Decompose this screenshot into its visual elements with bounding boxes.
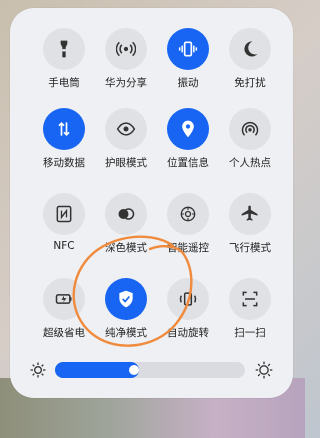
tile-label: 扫一扫 <box>234 327 266 339</box>
control-panel: 手电筒 华为分享 振动 免打扰 移动数据 护眼模式 位置信息 个人热点 NFC … <box>10 8 293 398</box>
tile-label: 个人热点 <box>229 157 271 169</box>
tile-scan[interactable]: 扫一扫 <box>218 278 282 348</box>
brightness-low-icon <box>30 362 46 378</box>
tile-pure-mode[interactable]: 纯净模式 <box>94 278 158 348</box>
scan-icon <box>229 278 271 320</box>
tile-location[interactable]: 位置信息 <box>156 108 220 178</box>
dark-mode-icon <box>105 193 147 235</box>
brightness-high-icon <box>255 361 273 379</box>
huawei-share-icon <box>105 28 147 70</box>
tile-label: 飞行模式 <box>229 242 271 254</box>
brightness-slider-knob[interactable] <box>129 365 139 375</box>
brightness-slider[interactable] <box>55 362 245 378</box>
tile-remote-control[interactable]: 智能遥控 <box>156 193 220 263</box>
airplane-icon <box>229 193 271 235</box>
do-not-disturb-icon <box>229 28 271 70</box>
flashlight-icon <box>43 28 85 70</box>
eye-comfort-icon <box>105 108 147 150</box>
vibrate-icon <box>167 28 209 70</box>
mobile-data-icon <box>43 108 85 150</box>
pure-mode-shield-icon <box>105 278 147 320</box>
tile-vibrate[interactable]: 振动 <box>156 28 220 98</box>
tile-airplane-mode[interactable]: 飞行模式 <box>218 193 282 263</box>
tile-mobile-data[interactable]: 移动数据 <box>32 108 96 178</box>
location-icon <box>167 108 209 150</box>
brightness-slider-fill <box>55 362 139 378</box>
nfc-icon <box>43 193 85 235</box>
tile-nfc[interactable]: NFC <box>32 193 96 263</box>
tile-hotspot[interactable]: 个人热点 <box>218 108 282 178</box>
tile-label: 免打扰 <box>234 77 266 89</box>
tile-battery-saver[interactable]: 超级省电 <box>32 278 96 348</box>
tile-auto-rotate[interactable]: 自动旋转 <box>156 278 220 348</box>
tile-flashlight[interactable]: 手电筒 <box>32 28 96 98</box>
tile-do-not-disturb[interactable]: 免打扰 <box>218 28 282 98</box>
tile-huawei-share[interactable]: 华为分享 <box>94 28 158 98</box>
hotspot-icon <box>229 108 271 150</box>
tile-eye-comfort[interactable]: 护眼模式 <box>94 108 158 178</box>
remote-control-icon <box>167 193 209 235</box>
auto-rotate-icon <box>167 278 209 320</box>
battery-saver-icon <box>43 278 85 320</box>
tile-dark-mode[interactable]: 深色模式 <box>94 193 158 263</box>
